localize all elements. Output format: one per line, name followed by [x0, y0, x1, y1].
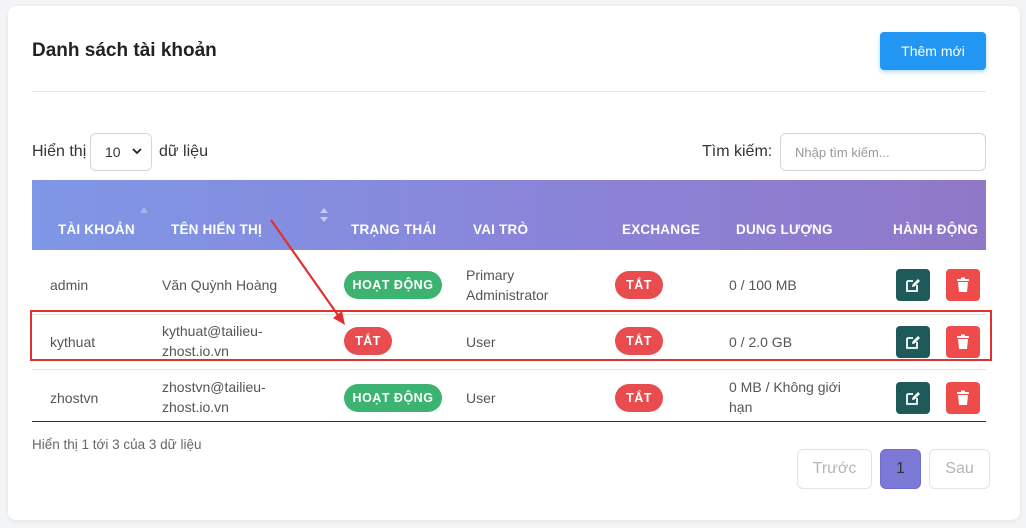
edit-button[interactable]	[896, 326, 930, 358]
trash-icon	[957, 334, 969, 349]
col-actions: HÀNH ĐỘNG	[893, 222, 979, 237]
col-account[interactable]: TÀI KHOẢN	[58, 222, 135, 237]
edit-icon	[906, 336, 920, 349]
show-label: Hiển thị	[32, 143, 87, 160]
status-badge: HOẠT ĐỘNG	[344, 271, 442, 299]
page-size-value: 10	[105, 144, 121, 160]
sort-both-icon	[320, 208, 328, 222]
col-storage[interactable]: DUNG LƯỢNG	[736, 222, 833, 237]
cell-display-name: zhostvn@tailieu-zhost.io.vn	[162, 379, 266, 415]
cell-display-name: kythuat@tailieu-zhost.io.vn	[162, 323, 263, 359]
delete-button[interactable]	[946, 326, 980, 358]
cell-account: admin	[50, 277, 89, 293]
exchange-badge: TẮT	[615, 271, 663, 299]
trash-icon	[957, 277, 969, 292]
table-header: TÀI KHOẢN TÊN HIỂN THỊ TRẠNG THÁI VAI TR…	[32, 180, 986, 250]
trash-icon	[957, 390, 969, 405]
next-page-button[interactable]: Sau	[929, 449, 990, 489]
delete-button[interactable]	[946, 382, 980, 414]
exchange-badge: TẮT	[615, 384, 663, 412]
table-bottom-border	[32, 421, 986, 422]
page-size-select[interactable]: 10	[90, 133, 152, 171]
delete-button[interactable]	[946, 269, 980, 301]
cell-role: User	[466, 334, 496, 350]
col-role[interactable]: VAI TRÒ	[473, 222, 528, 237]
cell-storage: 0 / 100 MB	[729, 277, 797, 293]
status-badge: HOẠT ĐỘNG	[344, 384, 442, 412]
cell-account: zhostvn	[50, 390, 99, 406]
chevron-down-icon	[132, 148, 142, 155]
cell-storage: 0 MB / Không giới hạn	[729, 379, 841, 415]
prev-page-button[interactable]: Trước	[797, 449, 872, 489]
col-status[interactable]: TRẠNG THÁI	[351, 222, 436, 237]
edit-button[interactable]	[896, 269, 930, 301]
page-1-button[interactable]: 1	[880, 449, 921, 489]
search-label: Tìm kiếm:	[702, 143, 773, 160]
cell-account: kythuat	[50, 334, 96, 350]
table-row: kythuat kythuat@tailieu-zhost.io.vn TẮT …	[32, 315, 986, 371]
edit-icon	[906, 279, 920, 292]
col-exchange[interactable]: EXCHANGE	[622, 222, 700, 237]
table-info: Hiển thị 1 tới 3 của 3 dữ liệu	[32, 437, 202, 452]
page-title: Danh sách tài khoản	[32, 40, 217, 61]
cell-role: Primary Administrator	[466, 267, 549, 303]
edit-icon	[906, 392, 920, 405]
edit-button[interactable]	[896, 382, 930, 414]
cell-display-name: Văn Quỳnh Hoàng	[162, 277, 278, 293]
table-row: zhostvn zhostvn@tailieu-zhost.io.vn HOẠT…	[32, 370, 986, 426]
cell-storage: 0 / 2.0 GB	[729, 334, 793, 350]
cell-role: User	[466, 390, 496, 406]
header-divider	[32, 91, 986, 92]
search-input[interactable]	[780, 133, 986, 171]
exchange-badge: TẮT	[615, 327, 663, 355]
table-row: admin Văn Quỳnh Hoàng HOẠT ĐỘNG Primary …	[32, 257, 986, 313]
sort-asc-icon	[140, 207, 148, 213]
data-label: dữ liệu	[159, 143, 208, 160]
status-badge: TẮT	[344, 327, 392, 355]
add-new-button[interactable]: Thêm mới	[880, 32, 986, 70]
col-display-name[interactable]: TÊN HIỂN THỊ	[171, 222, 262, 237]
